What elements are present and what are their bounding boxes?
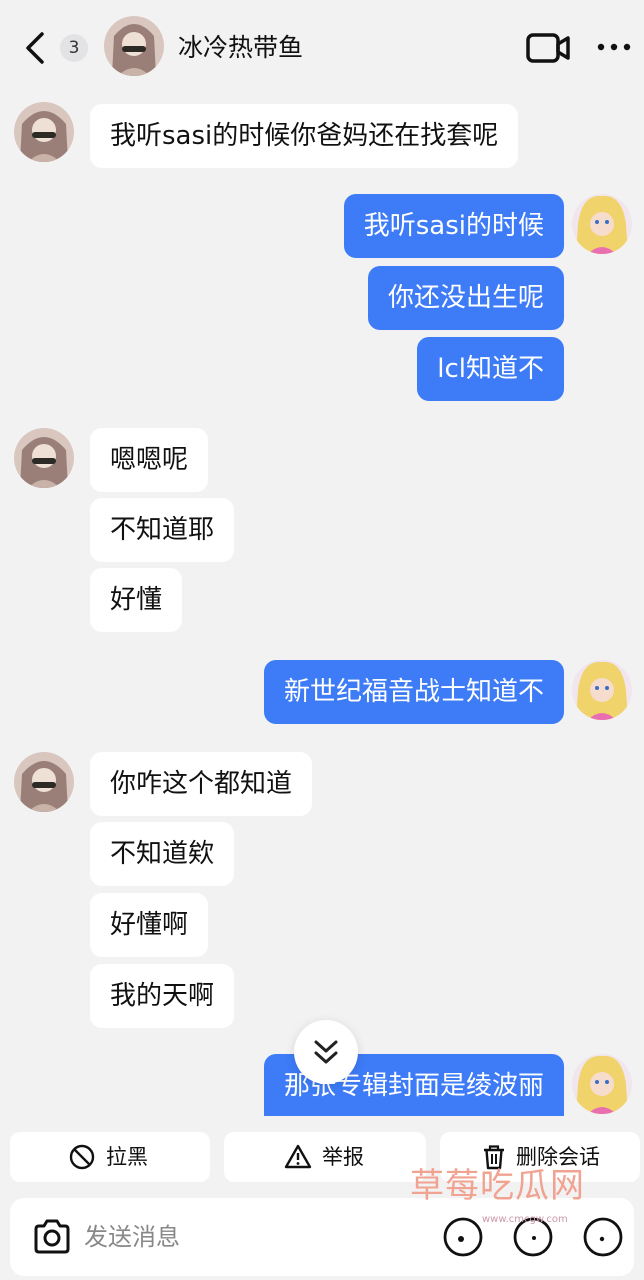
message-bubble-incoming[interactable]: 好懂啊 bbox=[90, 893, 209, 957]
block-icon bbox=[69, 1144, 95, 1170]
camera-icon[interactable] bbox=[32, 1218, 72, 1256]
block-label: 拉黑 bbox=[106, 1145, 148, 1169]
report-button[interactable]: 举报 bbox=[224, 1132, 426, 1182]
contact-avatar[interactable] bbox=[104, 16, 164, 76]
chat-header: 3 冰冷热带鱼 bbox=[0, 0, 644, 96]
video-call-icon[interactable] bbox=[526, 32, 570, 64]
my-avatar[interactable] bbox=[572, 194, 632, 254]
message-bubble-incoming[interactable]: 你咋这个都知道 bbox=[90, 752, 313, 816]
more-icon[interactable] bbox=[596, 40, 632, 54]
message-bubble-incoming[interactable]: 好懂 bbox=[90, 568, 183, 632]
report-label: 举报 bbox=[322, 1145, 364, 1169]
back-arrow-icon[interactable] bbox=[20, 30, 52, 66]
contact-name: 冰冷热带鱼 bbox=[178, 33, 304, 62]
plus-icon[interactable] bbox=[582, 1216, 624, 1258]
message-input-bar[interactable]: 发送消息 bbox=[10, 1198, 634, 1276]
my-avatar[interactable] bbox=[572, 660, 632, 720]
scroll-to-bottom-button[interactable] bbox=[294, 1020, 358, 1084]
watermark-logo: 草莓吃瓜网 bbox=[410, 1166, 585, 1206]
message-bubble-incoming[interactable]: 不知道耶 bbox=[90, 498, 235, 562]
message-bubble-outgoing[interactable]: lcl知道不 bbox=[417, 337, 564, 401]
watermark-url: www.cmcgw.com bbox=[482, 1214, 568, 1225]
my-avatar[interactable] bbox=[572, 1054, 632, 1114]
message-bubble-outgoing[interactable]: 我听sasi的时候 bbox=[343, 194, 564, 258]
voice-icon[interactable] bbox=[442, 1216, 484, 1258]
message-bubble-outgoing[interactable]: 新世纪福音战士知道不 bbox=[263, 660, 564, 724]
message-bubble-incoming[interactable]: 我听sasi的时候你爸妈还在找套呢 bbox=[90, 104, 519, 168]
contact-avatar[interactable] bbox=[14, 752, 74, 812]
warning-icon bbox=[284, 1144, 312, 1169]
unread-count-badge[interactable]: 3 bbox=[60, 34, 88, 62]
message-input[interactable]: 发送消息 bbox=[84, 1198, 180, 1276]
block-button[interactable]: 拉黑 bbox=[10, 1132, 210, 1182]
chevron-double-down-icon bbox=[314, 1040, 338, 1064]
message-bubble-incoming[interactable]: 我的天啊 bbox=[90, 964, 235, 1028]
message-bubble-outgoing[interactable]: 你还没出生呢 bbox=[367, 266, 564, 330]
message-bubble-incoming[interactable]: 不知道欸 bbox=[90, 822, 235, 886]
message-bubble-incoming[interactable]: 嗯嗯呢 bbox=[90, 428, 209, 492]
contact-avatar[interactable] bbox=[14, 102, 74, 162]
contact-avatar[interactable] bbox=[14, 428, 74, 488]
